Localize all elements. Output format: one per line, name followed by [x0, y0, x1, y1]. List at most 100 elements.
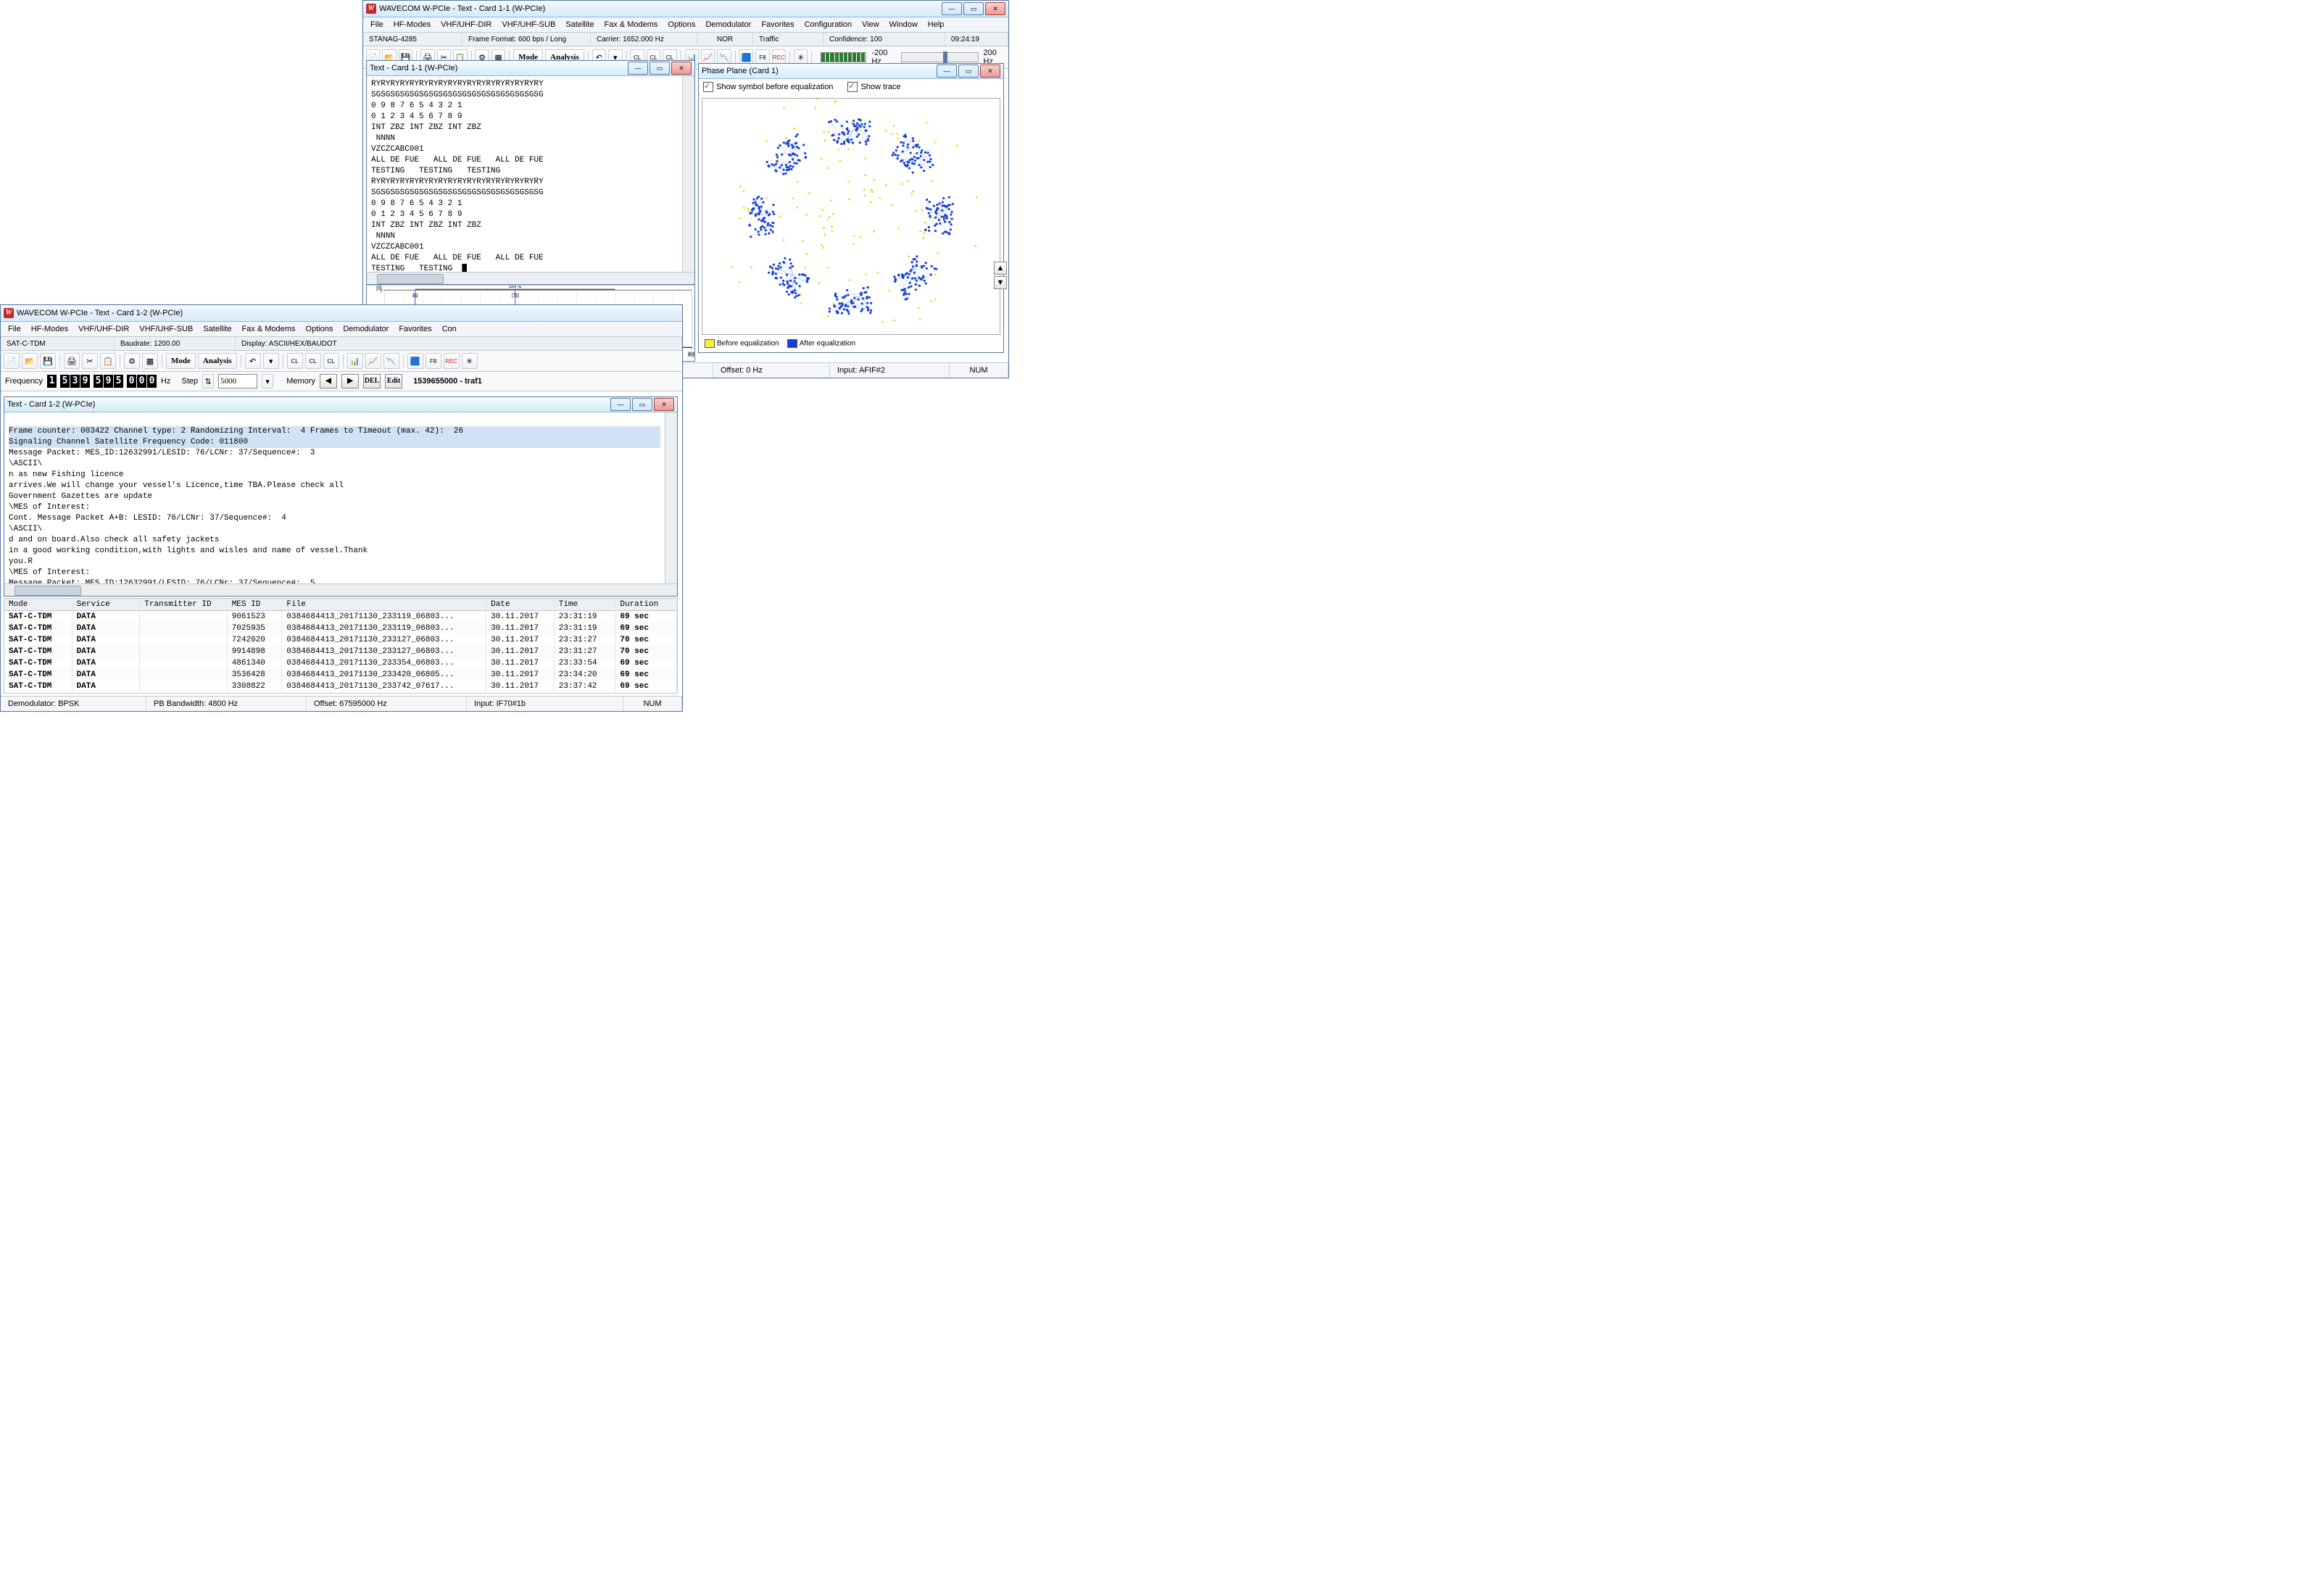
child-title: Text - Card 1-1 (W-PCIe): [370, 64, 628, 72]
phase-canvas[interactable]: [702, 98, 1000, 335]
tb-undo-icon[interactable]: ↶: [245, 353, 261, 369]
phase-maximize-button[interactable]: ▭: [958, 65, 979, 78]
child-titlebar[interactable]: Text - Card 1-1 (W-PCIe) — ▭ ✕: [367, 61, 694, 76]
spectrum-down-button[interactable]: ▼: [994, 276, 1007, 289]
table-row[interactable]: SAT-C-TDMDATA72420200384684413_20171130_…: [4, 634, 677, 646]
menu-satellite[interactable]: Satellite: [199, 323, 236, 335]
menu-window[interactable]: Window: [885, 19, 922, 30]
menu-vhf-sub[interactable]: VHF/UHF-SUB: [497, 19, 560, 30]
step-dropdown-icon[interactable]: ▾: [262, 374, 273, 388]
table-row[interactable]: SAT-C-TDMDATA90615230384684413_20171130_…: [4, 611, 677, 623]
tb-waterfall-icon[interactable]: 🟦: [407, 353, 423, 369]
table-row[interactable]: SAT-C-TDMDATA70259350384684413_20171130_…: [4, 623, 677, 634]
close-button[interactable]: ✕: [985, 2, 1005, 15]
tb-spectrum2-icon[interactable]: 📈: [365, 353, 381, 369]
tb-const-icon[interactable]: ✳: [462, 353, 478, 369]
child-close-button[interactable]: ✕: [654, 398, 674, 411]
phase-titlebar[interactable]: Phase Plane (Card 1) — ▭ ✕: [699, 64, 1003, 79]
cb-show-before[interactable]: Show symbol before equalization: [703, 82, 833, 92]
menu-help[interactable]: Help: [924, 19, 949, 30]
tuning-slider[interactable]: [901, 52, 979, 62]
phase-close-button[interactable]: ✕: [980, 65, 1000, 78]
table-header[interactable]: ModeServiceTransmitter IDMES IDFileDateT…: [4, 599, 677, 611]
menu-favorites[interactable]: Favorites: [394, 323, 436, 335]
menu-con[interactable]: Con: [438, 323, 461, 335]
child-titlebar[interactable]: Text - Card 1-2 (W-PCIe) — ▭ ✕: [4, 397, 677, 412]
menu-fax-modems[interactable]: Fax & Modems: [237, 323, 299, 335]
messages-table[interactable]: ModeServiceTransmitter IDMES IDFileDateT…: [4, 598, 678, 694]
mem-next-button[interactable]: ▶: [341, 374, 359, 388]
menu-hfmodes[interactable]: HF-Modes: [389, 19, 435, 30]
menu-configuration[interactable]: Configuration: [800, 19, 856, 30]
table-row[interactable]: SAT-C-TDMDATA33088220384684413_20171130_…: [4, 681, 677, 692]
decoded-text[interactable]: Frame counter: 003422 Channel type: 2 Ra…: [4, 412, 665, 583]
titlebar[interactable]: WAVECOM W-PCIe - Text - Card 1-2 (W-PCIe…: [1, 305, 682, 322]
mem-prev-button[interactable]: ◀: [320, 374, 337, 388]
scrollbar-vertical[interactable]: [665, 412, 677, 583]
col-header[interactable]: Date: [486, 599, 555, 610]
mem-edit-button[interactable]: Edit: [385, 374, 402, 388]
scrollbar-horizontal[interactable]: [4, 583, 677, 596]
col-header[interactable]: Service: [72, 599, 141, 610]
tb-spectrum1-icon[interactable]: 📊: [347, 353, 363, 369]
minimize-button[interactable]: —: [942, 2, 962, 15]
menu-demodulator[interactable]: Demodulator: [701, 19, 755, 30]
menu-view[interactable]: View: [858, 19, 884, 30]
child-maximize-button[interactable]: ▭: [632, 398, 652, 411]
maximize-button[interactable]: ▭: [963, 2, 984, 15]
child-minimize-button[interactable]: —: [610, 398, 631, 411]
menu-file[interactable]: File: [4, 323, 25, 335]
tb-cl2-icon[interactable]: CL: [305, 353, 321, 369]
titlebar[interactable]: WAVECOM W-PCIe - Text - Card 1-1 (W-PCIe…: [363, 1, 1008, 17]
spectrum-up-button[interactable]: ▲: [994, 262, 1007, 275]
col-header[interactable]: Transmitter ID: [140, 599, 227, 610]
child-close-button[interactable]: ✕: [671, 62, 692, 75]
col-header[interactable]: Mode: [4, 599, 72, 610]
tb-tile-icon[interactable]: ▦: [142, 353, 158, 369]
tb-arrow-icon[interactable]: ▾: [263, 353, 279, 369]
child-minimize-button[interactable]: —: [628, 62, 648, 75]
menu-hfmodes[interactable]: HF-Modes: [27, 323, 72, 335]
phase-minimize-button[interactable]: —: [937, 65, 957, 78]
scrollbar-vertical[interactable]: [682, 76, 694, 272]
menu-vhf-sub[interactable]: VHF/UHF-SUB: [135, 323, 197, 335]
step-spinner-icon[interactable]: ⇅: [202, 374, 214, 388]
tb-copy-icon[interactable]: 📋: [100, 353, 116, 369]
tb-settings-icon[interactable]: ⚙: [124, 353, 140, 369]
col-header[interactable]: Duration: [615, 599, 677, 610]
tb-print-icon[interactable]: 🖨: [64, 353, 80, 369]
menu-demodulator[interactable]: Demodulator: [339, 323, 393, 335]
tb-open-icon[interactable]: 📂: [22, 353, 38, 369]
col-header[interactable]: Time: [555, 599, 616, 610]
tb-f8-icon[interactable]: F8: [426, 353, 441, 369]
menu-options[interactable]: Options: [663, 19, 700, 30]
menu-vhf-dir[interactable]: VHF/UHF-DIR: [436, 19, 496, 30]
mode-button[interactable]: Mode: [166, 353, 196, 369]
tb-new-icon[interactable]: 📄: [4, 353, 20, 369]
menu-vhf-dir[interactable]: VHF/UHF-DIR: [74, 323, 133, 335]
col-header[interactable]: File: [282, 599, 486, 610]
menu-file[interactable]: File: [366, 19, 388, 30]
tb-cut-icon[interactable]: ✂: [82, 353, 98, 369]
scrollbar-horizontal[interactable]: [367, 272, 694, 284]
cb-show-trace[interactable]: Show trace: [847, 82, 900, 92]
tb-save-icon[interactable]: 💾: [40, 353, 56, 369]
menu-satellite[interactable]: Satellite: [561, 19, 598, 30]
frequency-display[interactable]: 1539595000: [47, 375, 157, 388]
tb-cl3-icon[interactable]: CL: [323, 353, 339, 369]
mem-del-button[interactable]: DEL: [363, 374, 381, 388]
menu-options[interactable]: Options: [301, 323, 337, 335]
table-row[interactable]: SAT-C-TDMDATA99148980384684413_20171130_…: [4, 646, 677, 657]
child-maximize-button[interactable]: ▭: [650, 62, 670, 75]
table-row[interactable]: SAT-C-TDMDATA35364280384684413_20171130_…: [4, 669, 677, 681]
table-row[interactable]: SAT-C-TDMDATA48613400384684413_20171130_…: [4, 657, 677, 669]
col-header[interactable]: MES ID: [228, 599, 283, 610]
step-input[interactable]: 5000: [218, 374, 257, 388]
tb-rec-icon[interactable]: REC: [444, 353, 460, 369]
analysis-button[interactable]: Analysis: [198, 353, 237, 369]
decoded-text[interactable]: RYRYRYRYRYRYRYRYRYRYRYRYRYRYRYRYRYRY SGS…: [367, 76, 682, 272]
menu-fax-modems[interactable]: Fax & Modems: [599, 19, 662, 30]
menu-favorites[interactable]: Favorites: [757, 19, 798, 30]
tb-spectrum3-icon[interactable]: 📉: [383, 353, 399, 369]
tb-cl1-icon[interactable]: CL: [287, 353, 303, 369]
